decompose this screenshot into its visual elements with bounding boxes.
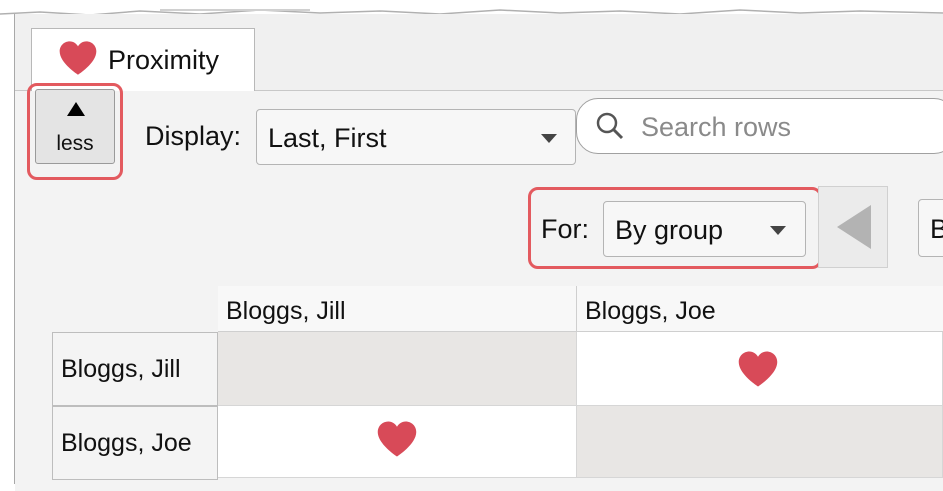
for-select-value: By group bbox=[615, 215, 724, 245]
grid-cell[interactable] bbox=[577, 406, 943, 478]
grid-cell[interactable] bbox=[577, 332, 943, 406]
group-select-button[interactable]: B bbox=[918, 199, 943, 257]
column-header[interactable]: Bloggs, Jill bbox=[218, 286, 577, 332]
search-input[interactable] bbox=[639, 109, 943, 145]
up-triangle-icon bbox=[67, 102, 85, 116]
search-icon bbox=[596, 112, 624, 140]
search-field[interactable] bbox=[576, 98, 943, 154]
proximity-grid: Bloggs, Jill Bloggs, Joe Bloggs, Jill Bl… bbox=[52, 286, 943, 480]
column-header-label: Bloggs, Joe bbox=[585, 297, 716, 325]
tab-proximity[interactable]: Proximity bbox=[31, 28, 255, 91]
display-label: Display: bbox=[145, 121, 242, 151]
less-label: less bbox=[56, 132, 94, 155]
row-header[interactable]: Bloggs, Jill bbox=[52, 332, 218, 406]
grid-cell[interactable] bbox=[218, 332, 577, 406]
row-header-label: Bloggs, Jill bbox=[61, 355, 181, 383]
display-select-value: Last, First bbox=[268, 123, 387, 153]
row-header[interactable]: Bloggs, Joe bbox=[52, 406, 218, 480]
column-header[interactable]: Bloggs, Joe bbox=[577, 286, 943, 332]
display-select[interactable]: Last, First bbox=[256, 109, 576, 165]
heart-icon bbox=[738, 351, 778, 387]
left-triangle-icon bbox=[837, 205, 871, 249]
tab-label: Proximity bbox=[108, 45, 220, 75]
grid-cell[interactable] bbox=[218, 406, 577, 478]
row-header-label: Bloggs, Joe bbox=[61, 429, 192, 457]
heart-icon bbox=[377, 421, 417, 457]
column-header-label: Bloggs, Jill bbox=[226, 297, 346, 325]
chevron-down-icon bbox=[541, 134, 557, 143]
for-select[interactable]: By group bbox=[603, 201, 806, 257]
tab-strip: Proximity bbox=[15, 14, 943, 91]
previous-button[interactable] bbox=[818, 186, 888, 268]
grid-corner bbox=[52, 286, 218, 332]
chevron-down-icon bbox=[770, 226, 786, 235]
less-button[interactable]: less bbox=[35, 89, 115, 164]
for-label: For: bbox=[541, 214, 590, 244]
group-select-label: B bbox=[930, 214, 943, 244]
heart-icon bbox=[59, 41, 97, 75]
